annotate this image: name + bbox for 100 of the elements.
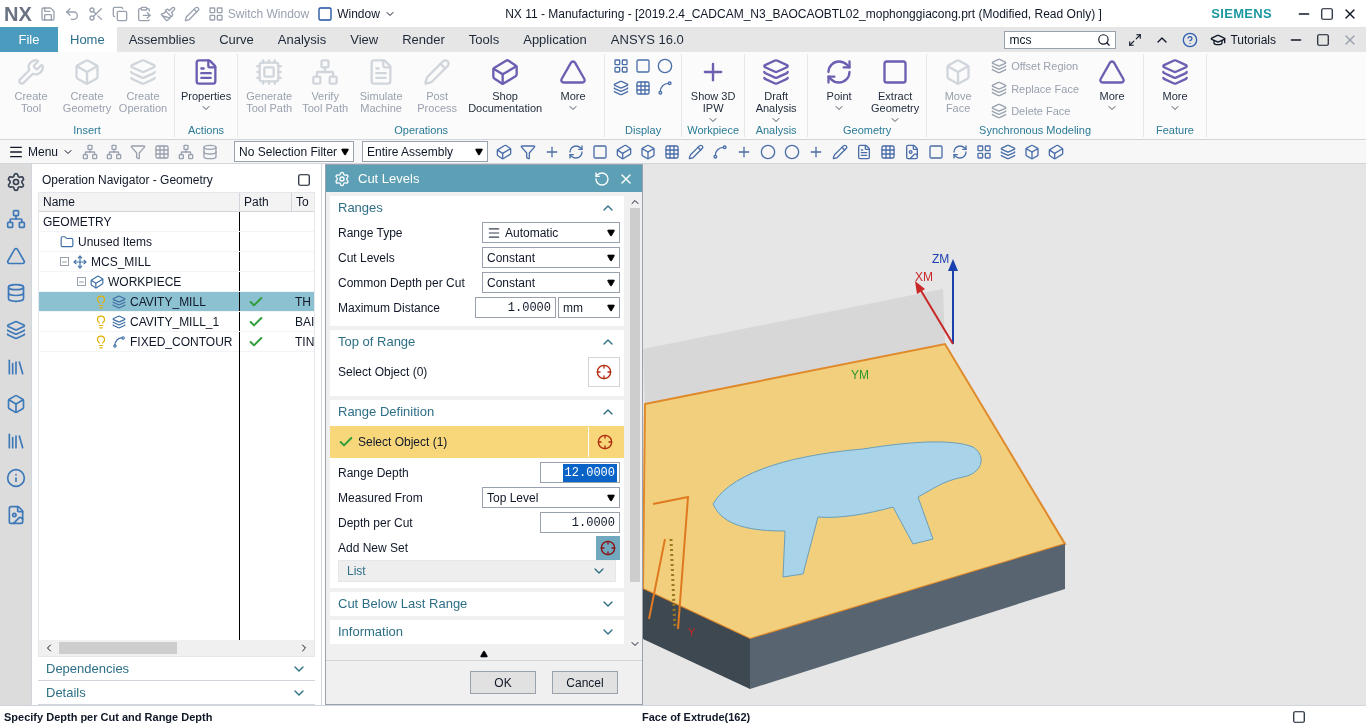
section-header[interactable]: Top of Range: [330, 330, 624, 354]
undo-icon[interactable]: [63, 5, 80, 22]
hierarchy-icon[interactable]: [106, 143, 123, 160]
ribbon-tab[interactable]: View: [338, 27, 391, 52]
cut-icon[interactable]: [87, 5, 104, 22]
ribbon-command[interactable]: Properties: [179, 54, 234, 124]
hierarchy-icon[interactable]: [82, 143, 99, 160]
tree-row[interactable]: CAVITY_MILL TH: [39, 292, 314, 312]
tree-row[interactable]: CAVITY_MILL_1 BAI: [39, 312, 314, 332]
hierarchy-icon[interactable]: [5, 209, 26, 229]
refresh-icon[interactable]: [568, 143, 585, 160]
select-object-row[interactable]: Select Object (1): [330, 426, 624, 458]
tree-row[interactable]: FIXED_CONTOUR TIN: [39, 332, 314, 352]
grid-icon[interactable]: [635, 80, 652, 96]
ribbon-command[interactable]: Draft Analysis: [749, 54, 804, 124]
cube-icon[interactable]: [496, 143, 513, 160]
pencil-icon[interactable]: [183, 5, 200, 22]
hierarchy-icon[interactable]: [178, 143, 195, 160]
circle-icon[interactable]: [760, 143, 777, 160]
tree-row[interactable]: MCS_MILL: [39, 252, 314, 272]
ribbon-command[interactable]: Point: [812, 54, 867, 124]
info-icon[interactable]: [5, 468, 26, 488]
restore-icon[interactable]: [1320, 6, 1334, 21]
settings-icon[interactable]: [5, 172, 26, 192]
grid-icon[interactable]: [976, 143, 993, 160]
copy-icon[interactable]: [111, 5, 128, 22]
cube-icon[interactable]: [1048, 143, 1065, 160]
ribbon-tab[interactable]: Home: [58, 27, 117, 52]
triangle-icon[interactable]: [5, 246, 26, 266]
restore-icon[interactable]: [1316, 32, 1330, 47]
filter-icon[interactable]: [520, 143, 537, 160]
section-header[interactable]: Range Definition: [330, 400, 624, 424]
panel-header[interactable]: Dependencies: [38, 657, 315, 681]
database-icon[interactable]: [202, 143, 219, 160]
document-icon[interactable]: [856, 143, 873, 160]
ribbon-command[interactable]: More: [1085, 54, 1139, 124]
dropdown-field[interactable]: No Selection Filter: [234, 141, 355, 162]
number-field[interactable]: 12.0000: [540, 462, 620, 483]
filter-icon[interactable]: [130, 143, 147, 160]
number-field[interactable]: 1.0000: [475, 297, 556, 318]
box-icon[interactable]: [640, 143, 657, 160]
layers-icon[interactable]: [5, 320, 26, 340]
ribbon-tab[interactable]: Tools: [456, 27, 512, 52]
ribbon-tab[interactable]: Curve: [207, 27, 266, 52]
menu-button[interactable]: Menu: [8, 142, 75, 161]
reset-icon[interactable]: [594, 170, 610, 187]
horizontal-scrollbar[interactable]: [39, 640, 314, 656]
pencil-icon[interactable]: [832, 143, 849, 160]
box-icon[interactable]: [5, 394, 26, 414]
number-field[interactable]: 1.0000: [540, 512, 620, 533]
dropdown-field[interactable]: Entire Assembly: [362, 141, 489, 162]
brush-icon[interactable]: [159, 5, 176, 22]
layers-icon[interactable]: [1000, 143, 1017, 160]
dropdown-field[interactable]: Constant: [482, 247, 620, 268]
grid-icon[interactable]: [880, 143, 897, 160]
collapse-toggle[interactable]: [77, 277, 86, 286]
ribbon-command[interactable]: More: [546, 54, 601, 124]
search-field[interactable]: mcs: [1004, 30, 1117, 49]
refresh-icon[interactable]: [952, 143, 969, 160]
box-icon[interactable]: [1024, 143, 1041, 160]
dropdown-field[interactable]: Automatic: [482, 222, 620, 243]
ribbon-tab[interactable]: Assemblies: [116, 27, 208, 52]
dialog-button[interactable]: Cancel: [552, 671, 618, 694]
ribbon-tab[interactable]: ANSYS 16.0: [598, 27, 696, 52]
section-header[interactable]: Information: [330, 620, 624, 644]
ribbon-command[interactable]: Extract Geometry: [868, 54, 923, 124]
ribbon-tab[interactable]: Application: [511, 27, 599, 52]
curve-icon[interactable]: [657, 80, 674, 96]
select-object-row[interactable]: Select Object (0): [330, 356, 624, 388]
circle-icon[interactable]: [657, 58, 674, 74]
curve-icon[interactable]: [712, 143, 729, 160]
grid-icon[interactable]: [154, 143, 171, 160]
column-header[interactable]: To: [291, 193, 314, 211]
save-icon[interactable]: [39, 5, 56, 22]
paste-icon[interactable]: [135, 5, 152, 22]
circle-icon[interactable]: [784, 143, 801, 160]
file-image-icon[interactable]: [904, 143, 921, 160]
collapse-toggle[interactable]: [60, 257, 69, 266]
layers-icon[interactable]: [613, 80, 630, 96]
maximize-icon[interactable]: [297, 173, 311, 187]
tree-row[interactable]: GEOMETRY: [39, 212, 314, 232]
dropdown-field[interactable]: Constant: [482, 272, 620, 293]
fullscreen-icon[interactable]: [1128, 32, 1143, 47]
section-header[interactable]: Cut Below Last Range: [330, 592, 624, 616]
pencil-icon[interactable]: [688, 143, 705, 160]
ribbon-command[interactable]: Show 3D IPW: [686, 54, 741, 124]
grid-icon[interactable]: [613, 58, 630, 74]
dialog-button[interactable]: OK: [470, 671, 536, 694]
ribbon-command[interactable]: More: [1148, 54, 1202, 124]
square-icon[interactable]: [928, 143, 945, 160]
crosshair-icon[interactable]: [596, 434, 613, 450]
dropdown-field[interactable]: mm: [558, 297, 620, 318]
expand-icon[interactable]: [480, 650, 488, 658]
ribbon-tab[interactable]: Analysis: [265, 27, 339, 52]
column-header[interactable]: Name: [39, 193, 239, 211]
list-header[interactable]: List: [338, 560, 616, 582]
square-icon[interactable]: [635, 58, 652, 74]
window-menu[interactable]: Window: [317, 4, 396, 23]
database-icon[interactable]: [5, 283, 26, 303]
status-icon[interactable]: [1292, 710, 1306, 724]
